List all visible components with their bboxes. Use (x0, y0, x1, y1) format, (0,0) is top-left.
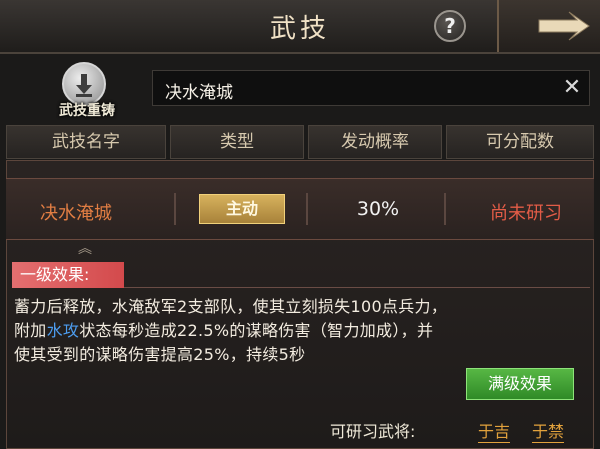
arrow-right-icon (538, 11, 590, 41)
search-input[interactable]: 决水淹城 ✕ (152, 70, 590, 106)
skill-name: 决水淹城 (40, 203, 112, 224)
effect-prefix: 附加 (14, 321, 47, 340)
general-link[interactable]: 于禁 (532, 418, 565, 443)
keyword-link-water-attack[interactable]: 水攻 (47, 321, 80, 340)
column-header-assignable[interactable]: 可分配数 (446, 125, 594, 159)
column-header-type[interactable]: 类型 (170, 125, 304, 159)
column-header-name[interactable]: 武技名字 (6, 125, 166, 159)
search-value: 决水淹城 (165, 83, 233, 103)
effect-text-line-1: 蓄力后释放，水淹敌军2支部队，使其立刻损失100点兵力， (14, 297, 448, 316)
effect-level-title: 一级效果: (12, 262, 124, 288)
column-header-probability[interactable]: 发动概率 (308, 125, 442, 159)
skill-row[interactable]: 决水淹城 主动 30% 尚未研习 (6, 178, 594, 240)
divider (124, 287, 590, 288)
divider (444, 193, 446, 225)
back-button[interactable] (497, 0, 600, 52)
effect-text-line-3: 使其受到的谋略伤害提高25%，持续5秒 (14, 345, 306, 364)
skill-status: 尚未研习 (490, 203, 562, 224)
effect-text-line-2: 附加水攻状态每秒造成22.5%的谋略伤害（智力加成），并 (14, 317, 433, 341)
help-button[interactable]: ? (434, 10, 466, 42)
clear-icon[interactable]: ✕ (559, 75, 585, 101)
recast-button[interactable]: 武技重铸 (40, 62, 134, 120)
skill-probability: 30% (356, 198, 400, 220)
skill-type-badge: 主动 (199, 194, 285, 224)
max-level-effect-button[interactable]: 满级效果 (466, 368, 574, 400)
divider (306, 193, 308, 225)
general-link[interactable]: 于吉 (478, 418, 511, 443)
collapse-chevron-icon[interactable]: ︽ (78, 238, 92, 258)
effect-suffix: 状态每秒造成22.5%的谋略伤害（智力加成），并 (79, 321, 434, 340)
learnable-generals-label: 可研习武将: (330, 422, 416, 441)
divider (174, 193, 176, 225)
recast-label: 武技重铸 (59, 103, 115, 119)
